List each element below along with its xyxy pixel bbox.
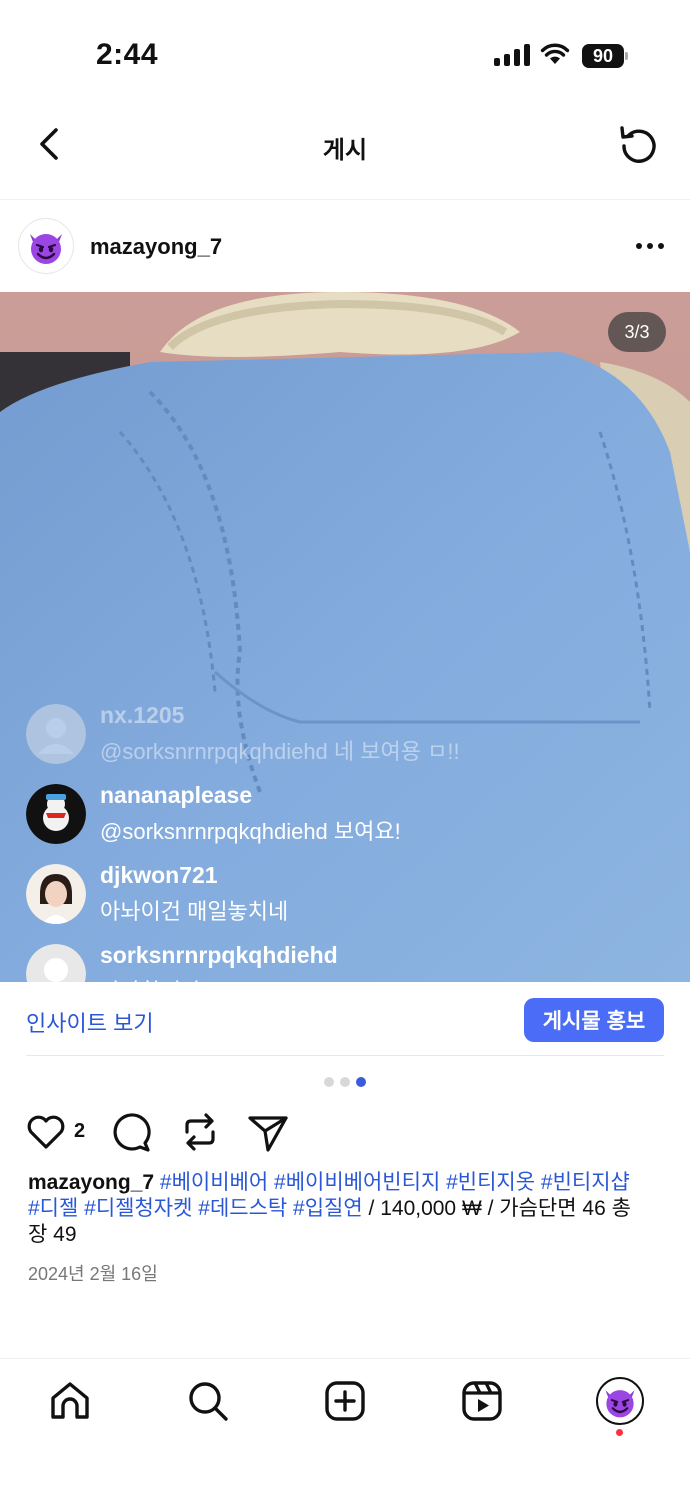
status-bar: 2:44 90 — [0, 0, 690, 100]
post-actions: 2 — [0, 1102, 690, 1162]
carousel-dot — [324, 1077, 334, 1087]
commenter-avatar — [26, 864, 86, 924]
avatar[interactable] — [18, 218, 74, 274]
page-title: 게시 — [322, 137, 368, 164]
battery-level: 90 — [582, 44, 624, 68]
wifi-icon — [540, 43, 570, 64]
caption-line-2: #디젤 #디젤청자켓 #데드스탁 #입질연 / 140,000 ₩ / 가슴단면… — [28, 1196, 664, 1222]
commenter-name: nananaplease — [100, 782, 253, 808]
signal-icon — [494, 44, 530, 66]
devil-emoji-icon — [605, 1390, 635, 1418]
commenter-name: djkwon721 — [100, 862, 218, 888]
status-time: 2:44 — [96, 38, 159, 71]
nav-header: 게시 — [0, 100, 690, 200]
like-count[interactable]: 2 — [74, 1120, 85, 1143]
commenter-name: nx.1205 — [100, 702, 185, 728]
live-comment: nx.1205 @sorksnrnrpqkqhdiehd 네 보여용 ㅁ!! — [26, 700, 666, 776]
page-counter: 3/3 — [608, 312, 666, 352]
battery-icon: 90 — [582, 44, 628, 68]
reels-icon[interactable] — [460, 1379, 504, 1423]
live-comment: djkwon721 아놔이건 매일놓치네 — [26, 860, 666, 936]
comment-text: @sorksnrnrpqkqhdiehd 네 보여용 ㅁ!! — [100, 739, 460, 764]
carousel-indicator — [0, 1077, 690, 1087]
post-date: 2024년 2월 16일 — [28, 1264, 158, 1284]
heart-icon[interactable] — [24, 1110, 68, 1154]
live-comment: nananaplease @sorksnrnrpqkqhdiehd 보여요! — [26, 780, 666, 856]
caption-line-3: 장 49 — [28, 1223, 77, 1246]
devil-emoji-icon — [30, 234, 62, 264]
commenter-avatar — [26, 944, 86, 982]
caption-username[interactable]: mazayong_7 — [28, 1171, 154, 1194]
share-icon[interactable] — [246, 1110, 290, 1154]
bottom-nav — [0, 1358, 690, 1500]
carousel-dot-active — [356, 1077, 366, 1087]
more-icon[interactable] — [636, 236, 668, 256]
comment-text: 아놔이건 매일놓치네 — [100, 899, 289, 924]
caption-hashtags[interactable]: #디젤 #디젤청자켓 #데드스탁 #입질연 — [28, 1197, 363, 1220]
caption-text: / 140,000 ₩ / 가슴단면 46 총 — [362, 1197, 631, 1220]
promote-post-button[interactable]: 게시물 홍보 — [524, 998, 664, 1042]
commenter-avatar — [26, 784, 86, 844]
promo-row: 인사이트 보기 게시물 홍보 — [26, 982, 664, 1056]
comment-icon[interactable] — [110, 1110, 154, 1154]
refresh-icon[interactable] — [618, 122, 660, 166]
create-icon[interactable] — [323, 1379, 367, 1423]
post-image[interactable]: 3/3 nx.1205 @sorksnrnrpqkqhdiehd 네 보여용 ㅁ… — [0, 292, 690, 982]
post-caption: mazayong_7 #베이비베어 #베이비베어빈티지 #빈티지옷 #빈티지샵 … — [28, 1170, 664, 1248]
post-header: mazayong_7 — [0, 200, 690, 292]
caption-hashtags[interactable]: #베이비베어 #베이비베어빈티지 #빈티지옷 #빈티지샵 — [160, 1171, 630, 1194]
comment-text: @sorksnrnrpqkqhdiehd 보여요! — [100, 819, 401, 844]
carousel-dot — [340, 1077, 350, 1087]
profile-tab[interactable] — [596, 1377, 644, 1425]
caption-line-1: mazayong_7 #베이비베어 #베이비베어빈티지 #빈티지옷 #빈티지샵 — [28, 1170, 664, 1196]
commenter-avatar — [26, 704, 86, 764]
live-comment: sorksnrnrpqkqhdiehd 감사합니다!! — [26, 940, 666, 982]
notification-dot — [616, 1429, 623, 1436]
view-insights-link[interactable]: 인사이트 보기 — [26, 1006, 154, 1038]
post-username[interactable]: mazayong_7 — [90, 234, 222, 260]
commenter-name: sorksnrnrpqkqhdiehd — [100, 942, 338, 968]
search-icon[interactable] — [186, 1379, 230, 1423]
comment-text: 감사합니다!! — [100, 974, 213, 982]
repost-icon[interactable] — [178, 1110, 222, 1154]
home-icon[interactable] — [48, 1379, 92, 1423]
